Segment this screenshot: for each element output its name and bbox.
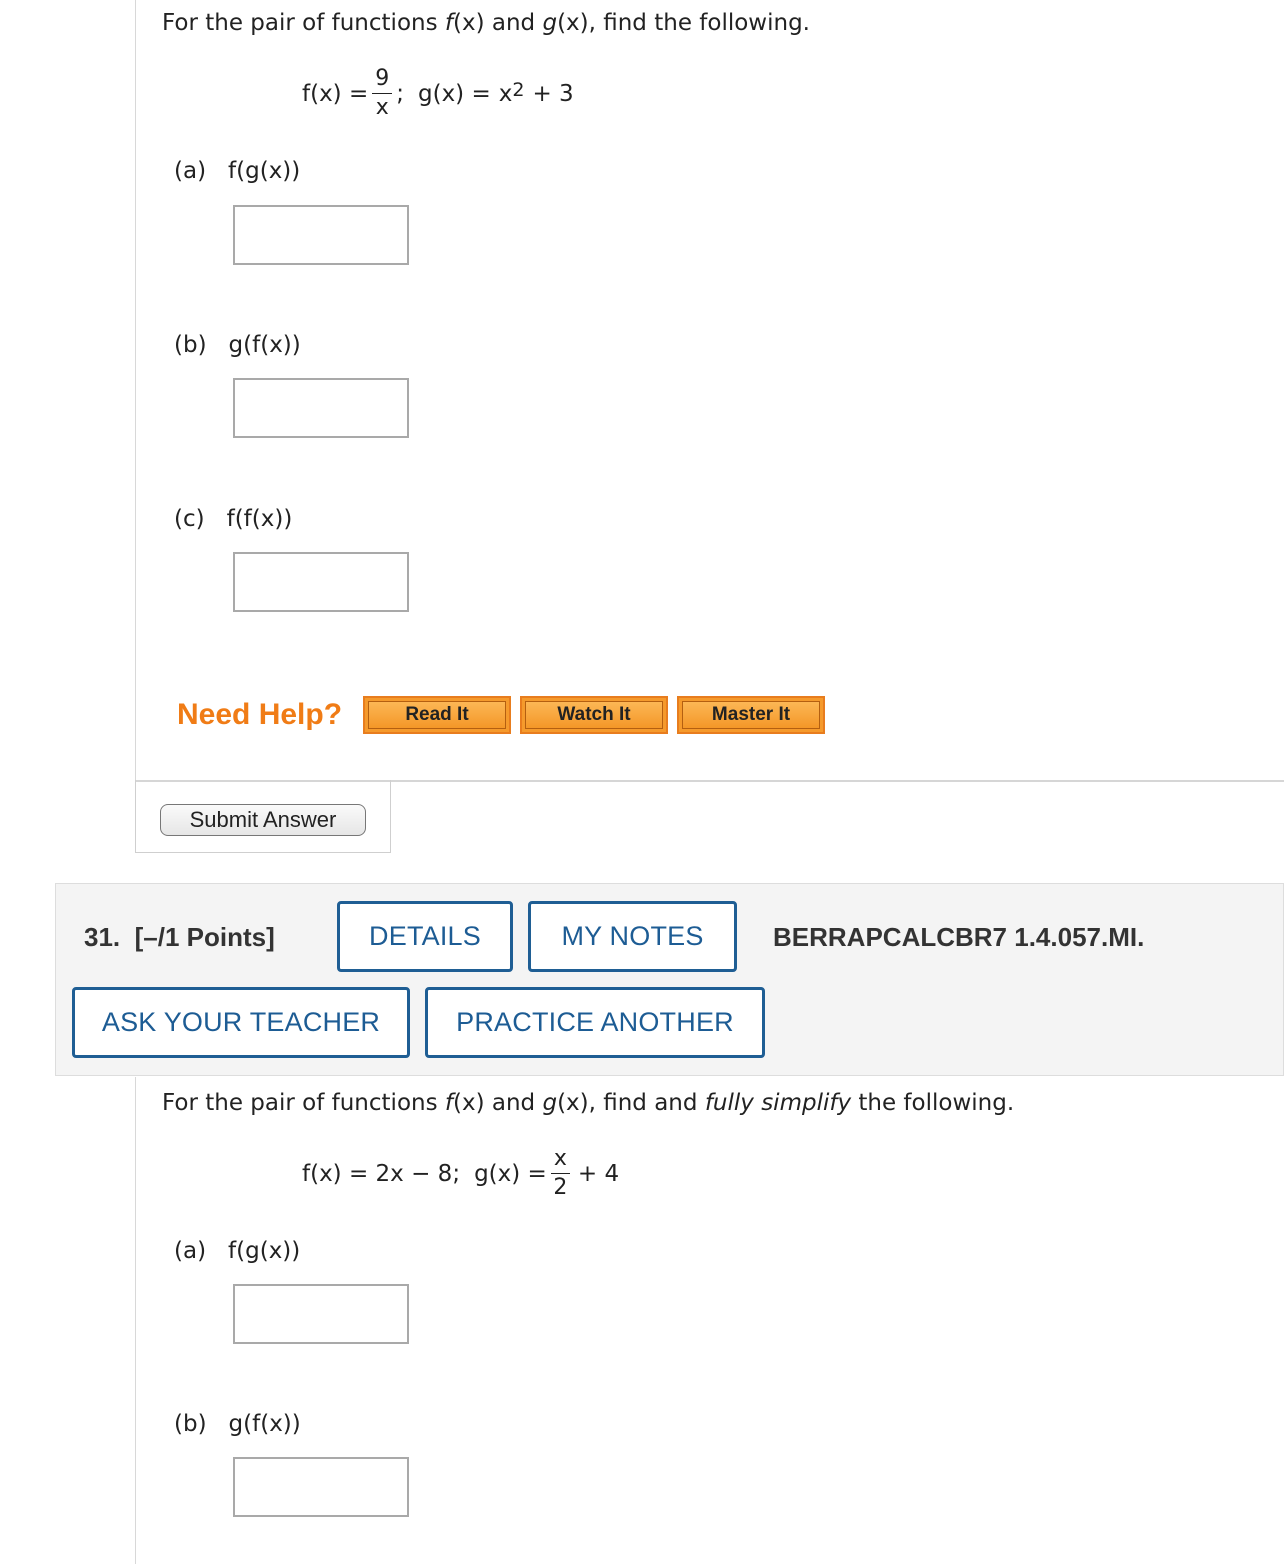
function-definitions: f(x) = 9 x ; g(x) = x2 + 3	[302, 66, 574, 120]
g-definition-lhs: g(x) =	[418, 80, 491, 107]
answer-input-b[interactable]	[233, 378, 409, 438]
answer-input-a[interactable]	[233, 1284, 409, 1344]
f-definition: f(x) = 2x − 8;	[302, 1160, 461, 1187]
question-number: 31. [–/1 Points]	[84, 922, 275, 952]
f-fraction: 9 x	[372, 68, 393, 119]
master-it-button[interactable]: Master It	[677, 696, 825, 734]
f-definition-lhs: f(x) =	[302, 80, 369, 107]
submit-answer-button[interactable]: Submit Answer	[160, 804, 366, 836]
question-frame-border	[135, 0, 136, 780]
read-it-button[interactable]: Read It	[363, 696, 511, 734]
question-intro: For the pair of functions f(x) and g(x),…	[162, 1090, 1015, 1116]
watch-it-button[interactable]: Watch It	[520, 696, 668, 734]
g-definition-lhs: g(x) =	[474, 1160, 547, 1187]
answer-input-c[interactable]	[233, 552, 409, 612]
ask-your-teacher-button[interactable]: ASK YOUR TEACHER	[72, 987, 410, 1058]
question-frame-border	[135, 1077, 136, 1564]
function-definitions: f(x) = 2x − 8; g(x) = x 2 + 4	[302, 1146, 620, 1200]
details-button[interactable]: DETAILS	[337, 901, 513, 972]
g-fraction: x 2	[550, 1148, 570, 1199]
my-notes-button[interactable]: MY NOTES	[528, 901, 737, 972]
practice-another-button[interactable]: PRACTICE ANOTHER	[425, 987, 765, 1058]
answer-input-a[interactable]	[233, 205, 409, 265]
answer-input-b[interactable]	[233, 1457, 409, 1517]
part-a-label: (a) f(g(x))	[174, 158, 301, 184]
question-intro: For the pair of functions f(x) and g(x),…	[162, 10, 810, 36]
part-a-label: (a) f(g(x))	[174, 1238, 301, 1264]
part-b-label: (b) g(f(x))	[174, 332, 301, 358]
question-code: BERRAPCALCBR7 1.4.057.MI.	[773, 922, 1145, 952]
need-help-label: Need Help?	[177, 698, 343, 731]
part-c-label: (c) f(f(x))	[174, 506, 293, 532]
part-b-label: (b) g(f(x))	[174, 1411, 301, 1437]
